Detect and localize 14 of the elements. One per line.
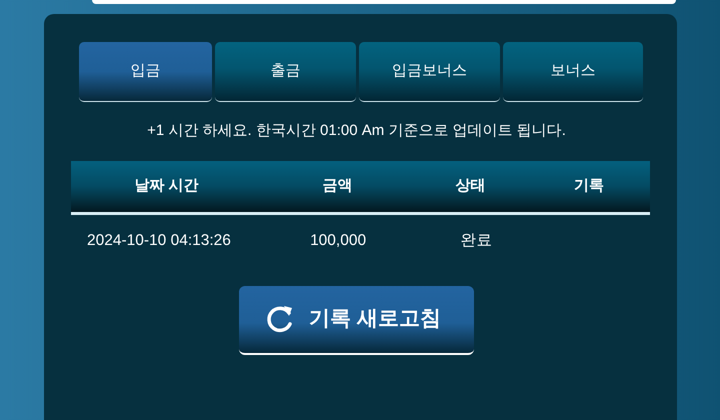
column-header: 상태 [455, 177, 486, 194]
table-cell: 100,000 [310, 232, 366, 249]
notice-text: +1 시간 하세요. 한국시간 01:00 Am 기준으로 업데이트 됩니다. [146, 121, 567, 141]
column-header: 날짜 시간 [134, 177, 199, 194]
tab[interactable]: 출금 [215, 42, 356, 102]
tab[interactable]: 보너스 [503, 42, 643, 102]
column-header: 기록 [574, 177, 604, 194]
table-cell: 2024-10-10 04:13:26 [87, 232, 231, 249]
refresh-icon [265, 304, 295, 334]
column-header: 금액 [322, 177, 352, 194]
refresh-button[interactable]: 기록 새로고침 [239, 286, 474, 354]
tab[interactable]: 입금 [79, 42, 212, 102]
tab[interactable]: 입금보너스 [359, 42, 500, 102]
table-cell: 완료 [460, 232, 493, 249]
